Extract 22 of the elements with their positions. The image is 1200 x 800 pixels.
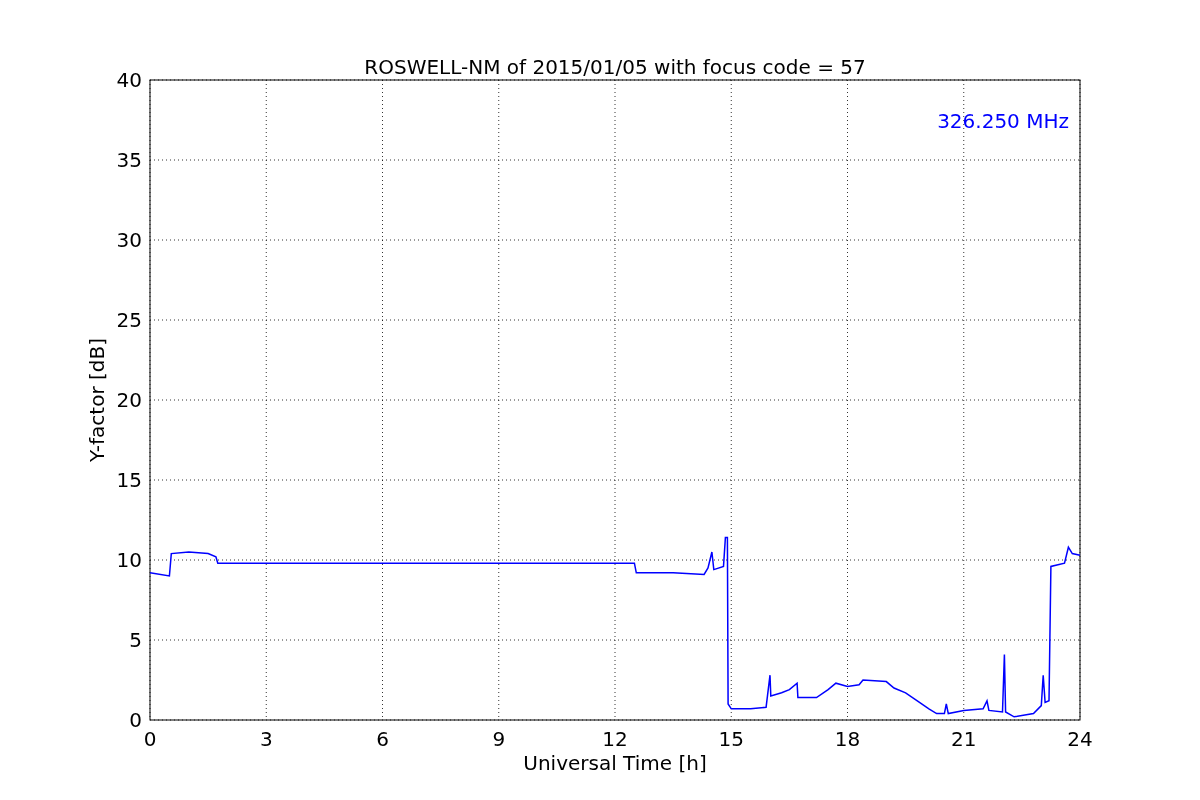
- y-tick-label: 35: [116, 148, 142, 172]
- y-tick-label: 15: [116, 468, 142, 492]
- x-tick-label: 21: [951, 727, 977, 751]
- x-tick-label: 18: [834, 727, 861, 751]
- y-tick-label: 25: [116, 308, 142, 332]
- y-axis-label: Y-factor [dB]: [85, 338, 109, 462]
- x-tick-label: 0: [143, 727, 157, 751]
- y-tick-label: 30: [116, 228, 142, 252]
- y-tick-label: 5: [129, 628, 142, 652]
- x-tick-label: 6: [376, 727, 389, 751]
- x-tick-label: 24: [1067, 727, 1093, 751]
- x-tick-label: 9: [492, 727, 506, 751]
- y-tick-label: 10: [116, 548, 142, 572]
- x-axis-label: Universal Time [h]: [523, 751, 707, 775]
- x-tick-label: 15: [718, 727, 744, 751]
- chart-title: ROSWELL-NM of 2015/01/05 with focus code = 57: [364, 55, 866, 79]
- series-label: 326.250 MHz: [937, 109, 1069, 133]
- y-tick-label: 40: [116, 68, 142, 92]
- y-tick-label: 20: [116, 388, 142, 412]
- x-tick-label: 12: [602, 727, 628, 751]
- x-tick-label: 3: [259, 727, 273, 751]
- y-tick-label: 0: [129, 708, 142, 732]
